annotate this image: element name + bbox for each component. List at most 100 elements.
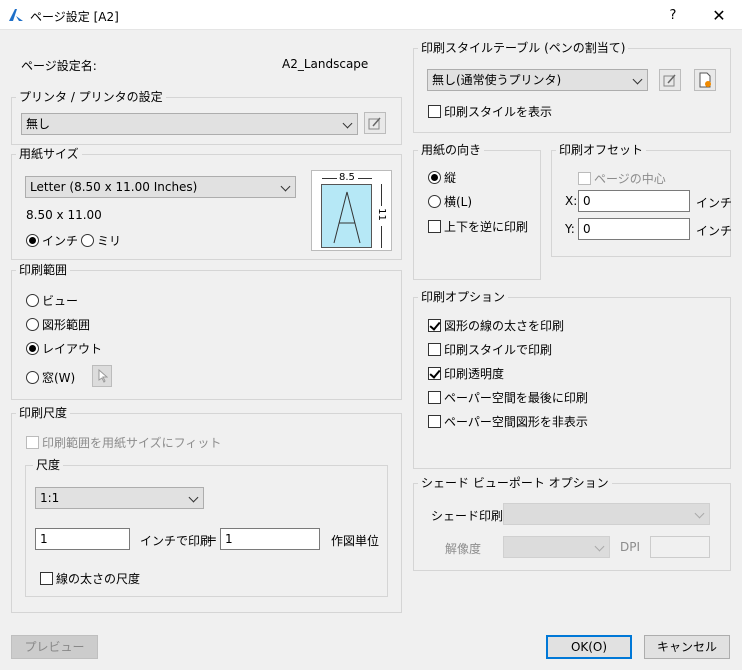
dpi-label: DPI — [620, 540, 641, 554]
chevron-down-icon — [694, 508, 705, 519]
title-bar: ページ設定 [A2] ? ✕ — [0, 0, 742, 30]
app-logo-icon — [9, 9, 23, 21]
plot-style-select[interactable]: 無し(通常使うプリンタ) — [427, 69, 648, 91]
paper-size-legend: 用紙サイズ — [16, 147, 82, 161]
scale-lineweights-label: 線の太さの尺度 — [56, 572, 141, 586]
plot-lineweights-label: 図形の線の太さを印刷 — [444, 319, 565, 333]
plot-area-view-radio[interactable] — [26, 294, 39, 307]
plot-area-window-radio[interactable] — [26, 371, 39, 384]
scale-select-value: 1:1 — [40, 491, 60, 505]
paper-preview: 8.5 11 — [311, 170, 392, 251]
mm-radio[interactable] — [81, 234, 95, 247]
cancel-button[interactable]: キャンセル — [644, 635, 730, 659]
printer-properties-button[interactable] — [364, 112, 386, 134]
hide-paperspace-objects-label: ペーパー空間図形を非表示 — [444, 415, 588, 429]
paper-size-text: 8.50 x 11.00 — [26, 208, 102, 222]
offset-x-unit: インチ — [696, 196, 733, 210]
quality-select[interactable] — [503, 536, 610, 558]
landscape-radio[interactable] — [428, 195, 441, 208]
portrait-label: 縦 — [444, 171, 457, 185]
inch-radio[interactable] — [26, 234, 39, 247]
quality-label: 解像度 — [445, 542, 482, 556]
plot-offset-legend: 印刷オフセット — [556, 143, 647, 157]
center-plot-checkbox[interactable] — [578, 172, 591, 185]
ok-button[interactable]: OK(O) — [546, 635, 632, 659]
plot-with-styles-label: 印刷スタイルで印刷 — [444, 343, 553, 357]
display-plot-styles-checkbox[interactable] — [428, 105, 441, 118]
help-button[interactable]: ? — [650, 0, 696, 30]
paper-preview-width: 8.5 — [338, 172, 356, 183]
plot-style-edit-button[interactable] — [659, 69, 681, 91]
scale-legend: 尺度 — [33, 458, 64, 472]
unit-value-text: 1 — [225, 532, 233, 546]
mm-radio-label: ミリ — [97, 234, 122, 248]
paper-preview-letter — [333, 191, 361, 244]
display-plot-styles-label: 印刷スタイルを表示 — [444, 105, 553, 119]
page-setup-name-label: ページ設定名: — [21, 59, 97, 73]
plot-area-extents-radio[interactable] — [26, 318, 39, 331]
offset-y-unit: インチ — [696, 224, 733, 238]
upside-down-checkbox[interactable] — [428, 220, 441, 233]
preview-button[interactable]: プレビュー — [11, 635, 98, 659]
shade-plot-select[interactable] — [503, 503, 710, 525]
plot-scale-legend: 印刷尺度 — [16, 406, 71, 420]
offset-x-value: 0 — [583, 194, 591, 208]
plot-options-legend: 印刷オプション — [418, 290, 509, 304]
scale-select[interactable]: 1:1 — [35, 487, 204, 509]
window-pick-button[interactable] — [92, 365, 112, 387]
chevron-down-icon — [594, 541, 605, 552]
unit-label: 作図単位 — [331, 534, 380, 548]
shade-plot-label: シェード印刷 — [431, 509, 504, 523]
unit-value-input[interactable]: 1 — [220, 528, 320, 550]
fit-to-paper-checkbox[interactable] — [26, 436, 39, 449]
paper-size-select[interactable]: Letter (8.50 x 11.00 Inches) — [25, 176, 296, 198]
printer-legend: プリンタ / プリンタの設定 — [16, 90, 166, 104]
edit-icon — [368, 117, 381, 130]
printer-select-value: 無し — [26, 117, 51, 131]
pick-cursor-icon — [98, 369, 108, 383]
printer-select[interactable]: 無し — [21, 113, 358, 135]
shaded-viewport-legend: シェード ビューポート オプション — [418, 476, 612, 490]
window-title: ページ設定 [A2] — [30, 10, 119, 24]
plot-with-styles-checkbox[interactable] — [428, 343, 441, 356]
offset-x-input[interactable]: 0 — [578, 190, 690, 212]
plot-area-legend: 印刷範囲 — [16, 263, 71, 277]
plot-area-view-label: ビュー — [42, 294, 79, 308]
dpi-input[interactable] — [650, 536, 710, 558]
new-file-icon — [699, 72, 711, 88]
inch-label: インチで印刷 — [140, 534, 213, 548]
edit-icon — [663, 74, 676, 87]
offset-x-label: X: — [565, 194, 578, 208]
plot-area-window-label: 窓(W) — [42, 371, 76, 385]
page-setup-name-value: A2_Landscape — [282, 57, 369, 71]
portrait-radio[interactable] — [428, 171, 441, 184]
scale-lineweights-checkbox[interactable] — [40, 572, 53, 585]
help-icon: ? — [669, 7, 677, 23]
plot-style-value: 無し(通常使うプリンタ) — [432, 73, 562, 87]
chevron-down-icon — [632, 74, 643, 85]
paper-size-value: Letter (8.50 x 11.00 Inches) — [30, 180, 198, 194]
paper-preview-sheet — [321, 184, 372, 248]
paper-preview-height: 11 — [375, 208, 387, 221]
plot-area-layout-radio[interactable] — [26, 342, 39, 355]
inch-value-input[interactable]: 1 — [35, 528, 130, 550]
upside-down-label: 上下を逆に印刷 — [444, 220, 529, 234]
plot-transparency-checkbox[interactable] — [428, 367, 441, 380]
plot-paperspace-last-checkbox[interactable] — [428, 391, 441, 404]
offset-y-label: Y: — [565, 222, 575, 236]
hide-paperspace-objects-checkbox[interactable] — [428, 415, 441, 428]
inch-value-text: 1 — [40, 532, 48, 546]
equals-sign: = — [207, 532, 218, 546]
offset-y-value: 0 — [583, 222, 591, 236]
close-button[interactable]: ✕ — [696, 0, 742, 30]
offset-y-input[interactable]: 0 — [578, 218, 690, 240]
plot-area-extents-label: 図形範囲 — [42, 318, 91, 332]
chevron-down-icon — [188, 492, 199, 503]
chevron-down-icon — [280, 181, 291, 192]
plot-area-layout-label: レイアウト — [42, 342, 103, 356]
plot-style-new-button[interactable] — [694, 69, 716, 91]
plot-lineweights-checkbox[interactable] — [428, 319, 441, 332]
plot-transparency-label: 印刷透明度 — [444, 367, 505, 381]
inch-radio-label: インチ — [42, 234, 79, 248]
landscape-label: 横(L) — [444, 195, 473, 209]
